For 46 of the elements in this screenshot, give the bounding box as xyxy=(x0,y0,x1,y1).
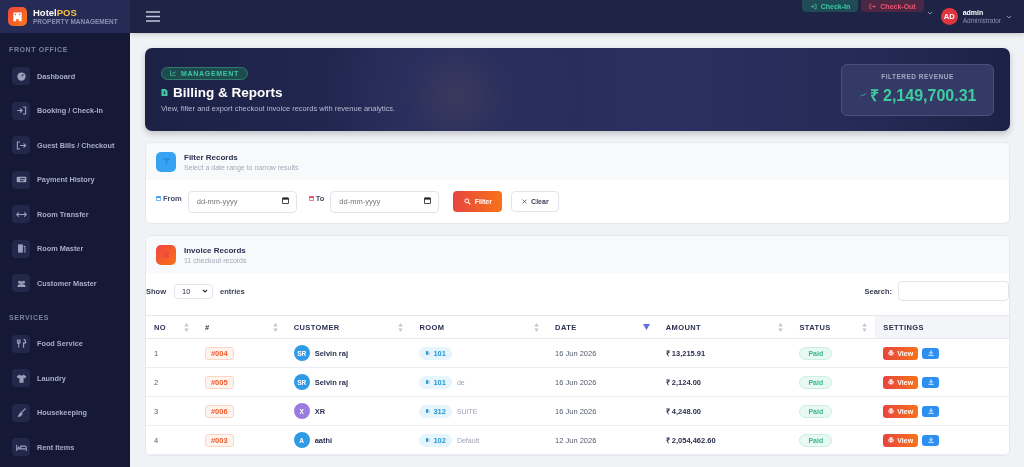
download-icon xyxy=(927,437,934,443)
download-button[interactable] xyxy=(922,347,940,359)
close-icon xyxy=(522,198,528,204)
calendar-icon xyxy=(424,197,432,204)
door-icon xyxy=(425,408,431,414)
door-icon xyxy=(15,243,27,255)
speedometer-icon xyxy=(15,70,27,82)
building-icon xyxy=(12,11,23,22)
receipt-icon xyxy=(161,250,171,259)
sign-out-icon xyxy=(15,139,27,151)
brand-name: HotelPOS xyxy=(33,8,78,18)
calendar-icon xyxy=(281,197,289,204)
page-title: Billing & Reports xyxy=(173,84,283,100)
chart-icon xyxy=(170,70,176,76)
download-icon xyxy=(927,350,934,356)
calendar-icon xyxy=(156,195,161,201)
chevron-down-icon xyxy=(926,11,933,15)
printer-icon xyxy=(888,408,895,414)
door-icon xyxy=(425,437,431,443)
door-icon xyxy=(425,350,431,356)
printer-icon xyxy=(888,379,895,385)
shirt-icon xyxy=(15,372,27,384)
sign-in-icon xyxy=(809,2,817,10)
download-button[interactable] xyxy=(922,376,940,388)
trend-up-icon xyxy=(858,91,868,99)
search-field[interactable] xyxy=(898,281,1009,301)
broom-icon xyxy=(15,407,27,419)
utensils-icon xyxy=(15,338,27,350)
door-icon xyxy=(425,379,431,385)
calendar-icon xyxy=(308,195,314,201)
download-icon xyxy=(927,379,934,385)
printer-icon xyxy=(888,437,895,443)
search-icon xyxy=(463,197,471,205)
invoice-icon xyxy=(161,86,169,98)
card-title: Filter Records xyxy=(184,152,239,162)
sign-out-icon xyxy=(869,2,877,10)
sign-in-icon xyxy=(15,105,27,117)
revenue-amount: ₹ 2,149,700.31 xyxy=(869,86,977,106)
printer-icon xyxy=(888,350,895,356)
download-button[interactable] xyxy=(922,405,940,417)
download-icon xyxy=(927,408,934,414)
download-button[interactable] xyxy=(922,434,940,446)
chevron-down-icon xyxy=(1006,14,1012,19)
chevron-down-icon xyxy=(202,289,208,293)
card-title: Invoice Records xyxy=(184,245,247,255)
menu-icon xyxy=(146,11,160,22)
